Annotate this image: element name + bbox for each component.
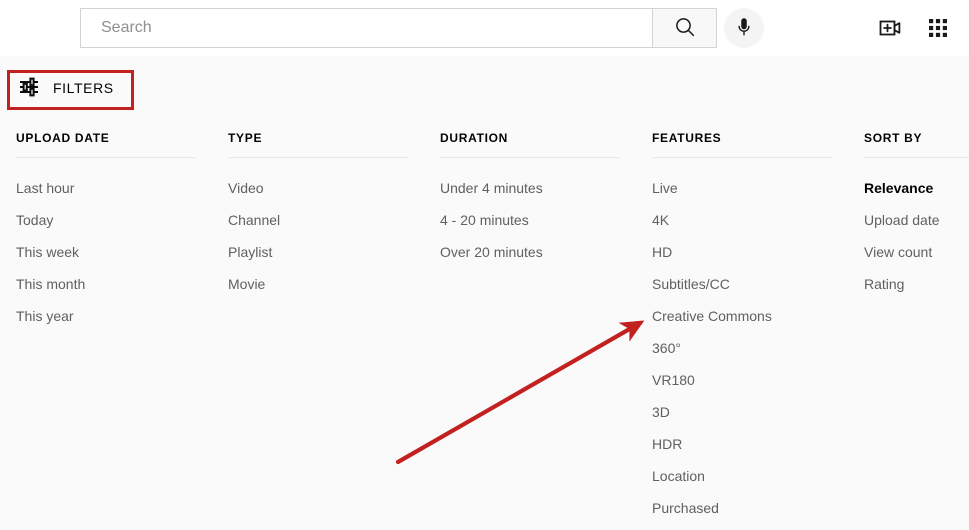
- column-title: SORT BY: [864, 131, 923, 145]
- filters-panel: UPLOAD DATE Last hour Today This week Th…: [0, 120, 969, 530]
- apps-grid-icon[interactable]: [925, 15, 951, 41]
- filter-column-duration: DURATION Under 4 minutes 4 - 20 minutes …: [424, 120, 636, 530]
- filter-option-today[interactable]: Today: [16, 204, 212, 236]
- filter-option-location[interactable]: Location: [652, 460, 848, 492]
- search-button[interactable]: [652, 8, 717, 48]
- header-action-icons: [877, 8, 951, 48]
- column-title: DURATION: [440, 131, 509, 145]
- filter-option-live[interactable]: Live: [652, 172, 848, 204]
- filter-option-video[interactable]: Video: [228, 172, 424, 204]
- column-divider: [228, 157, 408, 158]
- filter-option-creative-commons[interactable]: Creative Commons: [652, 300, 848, 332]
- filter-option-playlist[interactable]: Playlist: [228, 236, 424, 268]
- column-divider: [16, 157, 196, 158]
- column-divider: [864, 157, 969, 158]
- top-header-bar: [0, 0, 969, 56]
- filter-option-channel[interactable]: Channel: [228, 204, 424, 236]
- filter-option-vr180[interactable]: VR180: [652, 364, 848, 396]
- filter-option-last-hour[interactable]: Last hour: [16, 172, 212, 204]
- filter-option-hdr[interactable]: HDR: [652, 428, 848, 460]
- column-divider: [652, 157, 832, 158]
- filter-option-4-20-minutes[interactable]: 4 - 20 minutes: [440, 204, 636, 236]
- sort-option-relevance[interactable]: Relevance: [864, 172, 969, 204]
- filter-option-under-4-minutes[interactable]: Under 4 minutes: [440, 172, 636, 204]
- filter-option-this-week[interactable]: This week: [16, 236, 212, 268]
- filter-option-hd[interactable]: HD: [652, 236, 848, 268]
- sort-option-view-count[interactable]: View count: [864, 236, 969, 268]
- column-title: FEATURES: [652, 131, 722, 145]
- filter-option-3d[interactable]: 3D: [652, 396, 848, 428]
- column-divider: [440, 157, 620, 158]
- filter-option-this-year[interactable]: This year: [16, 300, 212, 332]
- sort-option-rating[interactable]: Rating: [864, 268, 969, 300]
- filter-column-upload-date: UPLOAD DATE Last hour Today This week Th…: [0, 120, 212, 530]
- filter-column-type: TYPE Video Channel Playlist Movie: [212, 120, 424, 530]
- filter-option-purchased[interactable]: Purchased: [652, 492, 848, 524]
- filter-column-sort-by: SORT BY Relevance Upload date View count…: [848, 120, 969, 530]
- column-title: UPLOAD DATE: [16, 131, 110, 145]
- sort-option-upload-date[interactable]: Upload date: [864, 204, 969, 236]
- filter-option-4k[interactable]: 4K: [652, 204, 848, 236]
- filter-column-features: FEATURES Live 4K HD Subtitles/CC Creativ…: [636, 120, 848, 530]
- column-title: TYPE: [228, 131, 263, 145]
- filter-option-over-20-minutes[interactable]: Over 20 minutes: [440, 236, 636, 268]
- filter-option-subtitles-cc[interactable]: Subtitles/CC: [652, 268, 848, 300]
- filter-option-360[interactable]: 360°: [652, 332, 848, 364]
- filters-button-label: FILTERS: [53, 80, 114, 96]
- microphone-icon: [733, 16, 755, 41]
- filters-button[interactable]: FILTERS: [7, 69, 128, 107]
- tune-sliders-icon: [17, 75, 41, 102]
- search-input[interactable]: [80, 8, 652, 48]
- search-icon: [673, 15, 697, 42]
- search-bar: [80, 8, 717, 48]
- create-video-icon[interactable]: [877, 15, 903, 41]
- filter-option-this-month[interactable]: This month: [16, 268, 212, 300]
- voice-search-button[interactable]: [724, 8, 764, 48]
- filter-option-movie[interactable]: Movie: [228, 268, 424, 300]
- filters-toggle-row: FILTERS: [0, 56, 969, 116]
